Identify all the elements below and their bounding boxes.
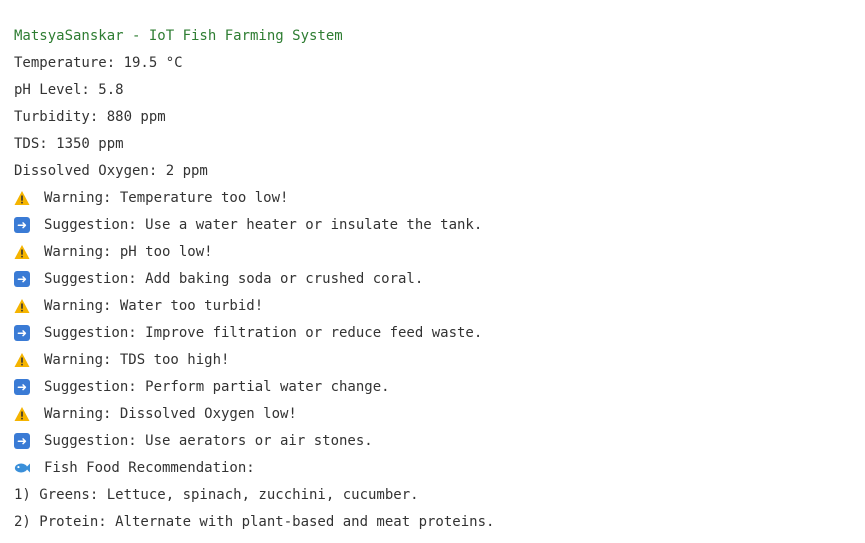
right-arrow-icon: ➜ (14, 379, 30, 395)
warning-icon (14, 190, 30, 206)
tds-reading: TDS: 1350 ppm (14, 136, 124, 152)
alert-text: Suggestion: Improve filtration or reduce… (44, 325, 483, 341)
alert-text: Suggestion: Use a water heater or insula… (44, 217, 483, 233)
food-heading-line: Fish Food Recommendation: (14, 459, 494, 486)
warning-icon (14, 244, 30, 260)
alert-text: Suggestion: Use aerators or air stones. (44, 433, 373, 449)
alert-line: ➜ Suggestion: Perform partial water chan… (14, 378, 494, 405)
food-item: 1) Greens: Lettuce, spinach, zucchini, c… (14, 487, 419, 503)
turbidity-reading: Turbidity: 880 ppm (14, 109, 166, 125)
alert-line: Warning: pH too low! (14, 243, 494, 270)
warning-icon (14, 352, 30, 368)
alert-line: Warning: Temperature too low! (14, 189, 494, 216)
food-heading: Fish Food Recommendation: (44, 460, 255, 476)
alert-text: Warning: Water too turbid! (44, 298, 264, 314)
right-arrow-icon: ➜ (14, 433, 30, 449)
food-item: 2) Protein: Alternate with plant-based a… (14, 514, 495, 530)
alert-line: ➜ Suggestion: Use aerators or air stones… (14, 432, 494, 459)
alert-line: ➜ Suggestion: Add baking soda or crushed… (14, 270, 494, 297)
warning-icon (14, 406, 30, 422)
right-arrow-icon: ➜ (14, 217, 30, 233)
alert-text: Suggestion: Perform partial water change… (44, 379, 390, 395)
temperature-reading: Temperature: 19.5 °C (14, 55, 183, 71)
alert-line: Warning: Dissolved Oxygen low! (14, 405, 494, 432)
alert-text: Warning: TDS too high! (44, 352, 230, 368)
right-arrow-icon: ➜ (14, 325, 30, 341)
ph-reading: pH Level: 5.8 (14, 82, 124, 98)
fish-icon (14, 460, 30, 476)
app-title: MatsyaSanskar - IoT Fish Farming System (14, 28, 343, 44)
alert-text: Warning: Temperature too low! (44, 190, 289, 206)
alert-text: Warning: Dissolved Oxygen low! (44, 406, 297, 422)
console-output: MatsyaSanskar - IoT Fish Farming System … (14, 27, 494, 540)
alert-line: Warning: Water too turbid! (14, 297, 494, 324)
alert-line: ➜ Suggestion: Use a water heater or insu… (14, 216, 494, 243)
dissolved-oxygen-reading: Dissolved Oxygen: 2 ppm (14, 163, 208, 179)
warning-icon (14, 298, 30, 314)
right-arrow-icon: ➜ (14, 271, 30, 287)
alert-text: Suggestion: Add baking soda or crushed c… (44, 271, 424, 287)
alert-line: Warning: TDS too high! (14, 351, 494, 378)
alert-line: ➜ Suggestion: Improve filtration or redu… (14, 324, 494, 351)
alert-text: Warning: pH too low! (44, 244, 213, 260)
